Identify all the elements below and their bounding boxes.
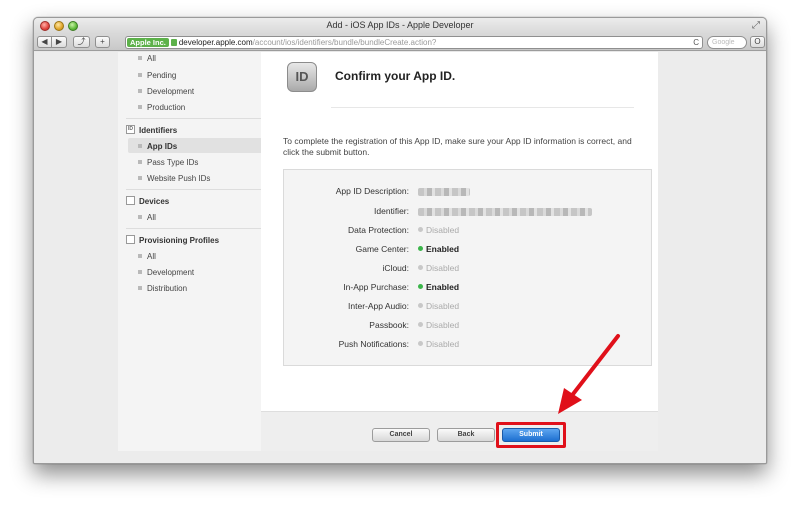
page-viewport: All Pending Development Production ID Ide… xyxy=(34,52,766,463)
sidebar-item-pass-type-ids[interactable]: Pass Type IDs xyxy=(138,158,198,167)
info-row-game-center: Game Center: Enabled xyxy=(355,244,460,254)
bullet-icon xyxy=(138,143,142,148)
sidebar-heading-identifiers[interactable]: ID Identifiers xyxy=(126,125,177,135)
title-bar: Add - iOS App IDs - Apple Developer ⤢ xyxy=(34,18,766,34)
sidebar-heading-provisioning-profiles[interactable]: Provisioning Profiles xyxy=(126,235,219,245)
sidebar-item-app-ids[interactable]: App IDs xyxy=(138,142,177,151)
status-dot-icon xyxy=(418,265,423,271)
forward-button[interactable]: ▶ xyxy=(52,36,67,48)
sidebar-divider xyxy=(126,189,274,190)
sidebar-item-production[interactable]: Production xyxy=(138,103,185,112)
status-dot-icon xyxy=(418,322,423,328)
url-path: /account/ios/identifiers/bundle/bundleCr… xyxy=(252,38,437,47)
fullscreen-icon[interactable]: ⤢ xyxy=(752,20,760,31)
redacted-value xyxy=(418,187,470,196)
new-tab-button[interactable]: + xyxy=(95,36,110,48)
reader-button[interactable]: O xyxy=(750,36,765,48)
bullet-icon xyxy=(138,104,142,109)
bullet-icon xyxy=(138,159,142,164)
status-dot-icon xyxy=(418,246,423,252)
browser-window: Add - iOS App IDs - Apple Developer ⤢ ◀ … xyxy=(33,17,767,464)
device-icon xyxy=(126,196,135,206)
cancel-button[interactable]: Cancel xyxy=(372,428,430,442)
bullet-icon xyxy=(138,253,142,258)
info-row-icloud: iCloud: Disabled xyxy=(382,263,460,273)
sidebar-item-website-push-ids[interactable]: Website Push IDs xyxy=(138,174,210,183)
info-row-data-protection: Data Protection: Disabled xyxy=(348,225,460,235)
sidebar-item-profiles-all[interactable]: All xyxy=(138,252,156,261)
identifiers-icon: ID xyxy=(126,125,135,135)
bullet-icon xyxy=(138,88,142,93)
reload-icon[interactable]: C xyxy=(693,37,699,48)
bullet-icon xyxy=(138,72,142,77)
info-row-inter-app-audio: Inter-App Audio: Disabled xyxy=(348,301,460,311)
page-title: Confirm your App ID. xyxy=(335,69,456,83)
window-title: Add - iOS App IDs - Apple Developer xyxy=(326,20,474,30)
sidebar-item-certificates-all[interactable]: All xyxy=(138,54,156,63)
title-divider xyxy=(331,107,634,108)
status-dot-icon xyxy=(418,341,423,347)
lock-icon xyxy=(170,39,177,46)
document-icon xyxy=(126,235,135,245)
sidebar: All Pending Development Production ID Ide… xyxy=(118,52,283,451)
bullet-icon xyxy=(138,285,142,290)
info-row-app-id-description: App ID Description: xyxy=(284,182,651,201)
address-bar[interactable]: Apple Inc. developer.apple.com/account/io… xyxy=(125,36,703,49)
url-domain: developer.apple.com xyxy=(178,38,253,47)
sidebar-item-profiles-development[interactable]: Development xyxy=(138,268,194,277)
share-button[interactable]: ⤴ xyxy=(73,36,90,48)
sidebar-divider xyxy=(126,118,274,119)
app-id-icon: ID xyxy=(287,62,317,92)
sidebar-item-pending[interactable]: Pending xyxy=(138,71,176,80)
redacted-value xyxy=(418,207,592,216)
sidebar-item-certificates-development[interactable]: Development xyxy=(138,87,194,96)
info-row-in-app-purchase: In-App Purchase: Enabled xyxy=(343,282,460,292)
ev-certificate-badge[interactable]: Apple Inc. xyxy=(127,38,169,47)
bullet-icon xyxy=(138,55,142,60)
back-button[interactable]: Back xyxy=(437,428,495,442)
sidebar-item-distribution[interactable]: Distribution xyxy=(138,284,187,293)
status-dot-icon xyxy=(418,303,423,309)
bullet-icon xyxy=(138,175,142,180)
status-dot-icon xyxy=(418,284,423,290)
back-button[interactable]: ◀ xyxy=(37,36,52,48)
submit-button[interactable]: Submit xyxy=(502,428,560,442)
sidebar-item-devices-all[interactable]: All xyxy=(138,213,156,222)
search-input[interactable]: Google xyxy=(707,36,747,49)
bullet-icon xyxy=(138,269,142,274)
annotation-arrow-icon xyxy=(558,334,620,414)
browser-toolbar: ◀ ▶ ⤴ + Apple Inc. developer.apple.com/ac… xyxy=(34,34,766,51)
info-row-identifier: Identifier: xyxy=(284,202,651,221)
instructions-text: To complete the registration of this App… xyxy=(283,136,632,157)
status-dot-icon xyxy=(418,227,423,233)
sidebar-divider xyxy=(126,228,274,229)
sidebar-heading-devices[interactable]: Devices xyxy=(126,196,169,206)
bullet-icon xyxy=(138,214,142,219)
